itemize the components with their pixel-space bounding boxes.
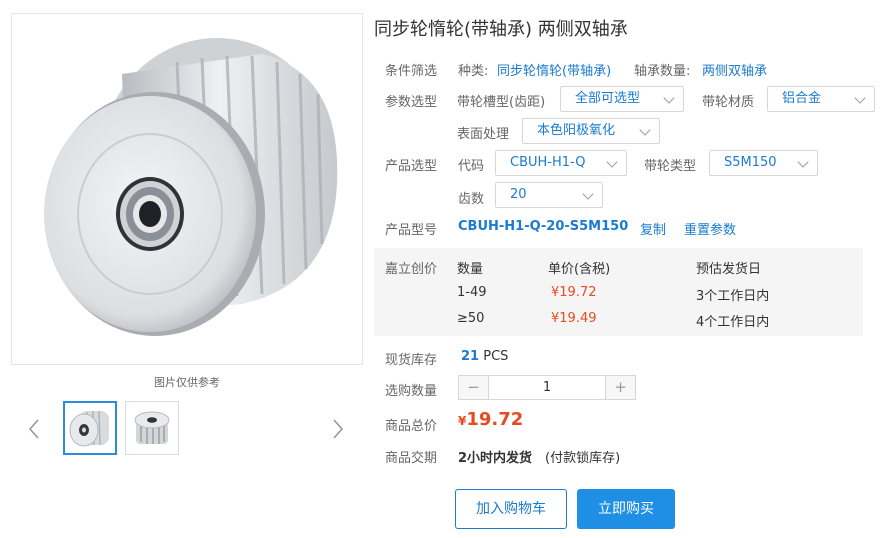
model-label: 产品型号 xyxy=(385,223,438,238)
params-label: 参数选型 xyxy=(385,95,438,110)
teeth-label: 齿数 xyxy=(458,192,485,207)
thumbnail-2[interactable] xyxy=(125,401,179,455)
product-title: 同步轮惰轮(带轴承) 两侧双轴承 xyxy=(374,19,628,40)
buy-now-button[interactable]: 立即购买 xyxy=(577,489,675,529)
total-label: 商品总价 xyxy=(385,419,438,434)
belt-type-select[interactable]: S5M150 xyxy=(709,150,818,176)
groove-label: 带轮槽型(齿距) xyxy=(457,95,546,110)
price-row-price: ¥19.72 xyxy=(551,285,597,300)
material-select-value: 铝合金 xyxy=(782,91,822,106)
image-caption: 图片仅供参考 xyxy=(154,376,220,389)
teeth-select-value: 20 xyxy=(510,187,527,202)
belt-type-select-value: S5M150 xyxy=(724,155,777,170)
code-label: 代码 xyxy=(458,159,485,174)
stock-value: 21 PCS xyxy=(461,349,508,364)
price-row-ship: 3个工作日内 xyxy=(696,289,770,304)
chevron-down-icon xyxy=(582,188,594,200)
model-number: CBUH-H1-Q-20-S5M150 xyxy=(458,219,629,234)
filter-label: 条件筛选 xyxy=(385,64,438,79)
quantity-decrement-button[interactable]: − xyxy=(459,376,489,399)
thumbnail-1[interactable] xyxy=(63,401,117,455)
quantity-stepper: − 1 + xyxy=(458,375,636,400)
thumbnail-prev-arrow[interactable] xyxy=(27,416,41,442)
quantity-input[interactable]: 1 xyxy=(489,376,605,399)
price-header-ship: 预估发货日 xyxy=(696,262,762,277)
chevron-left-icon xyxy=(28,419,39,439)
price-header-unit: 单价(含税) xyxy=(548,262,611,277)
add-to-cart-button[interactable]: 加入购物车 xyxy=(455,489,567,529)
teeth-select[interactable]: 20 xyxy=(495,182,603,208)
groove-select-value: 全部可选型 xyxy=(575,91,641,106)
price-row-price: ¥19.49 xyxy=(551,311,597,326)
delivery-note: (付款锁库存) xyxy=(545,451,621,466)
price-row-qty: 1-49 xyxy=(457,285,487,300)
total-amount: 19.72 xyxy=(466,409,524,430)
type-value-link[interactable]: 同步轮惰轮(带轴承) xyxy=(497,60,611,79)
total-price: ¥19.72 xyxy=(458,409,523,430)
surface-label: 表面处理 xyxy=(457,127,510,142)
code-select[interactable]: CBUH-H1-Q xyxy=(495,150,627,176)
groove-select[interactable]: 全部可选型 xyxy=(560,86,684,112)
price-header-qty: 数量 xyxy=(457,262,484,277)
stock-label: 现货库存 xyxy=(385,353,438,368)
belt-type-label: 带轮类型 xyxy=(644,159,697,174)
stock-unit: PCS xyxy=(483,349,509,364)
chevron-right-icon xyxy=(333,419,344,439)
product-main-image xyxy=(11,13,363,365)
material-select[interactable]: 铝合金 xyxy=(767,86,875,112)
selection-label: 产品选型 xyxy=(385,159,438,174)
chevron-down-icon xyxy=(639,124,651,136)
bearing-count-value-link[interactable]: 两侧双轴承 xyxy=(702,60,767,79)
bearing-count-label: 轴承数量: xyxy=(634,64,691,79)
stock-count: 21 xyxy=(461,349,480,364)
price-label: 嘉立创价 xyxy=(385,262,438,277)
thumbnail-next-arrow[interactable] xyxy=(331,416,345,442)
price-table: 嘉立创价 数量 单价(含税) 预估发货日 1-49 ¥19.72 3个工作日内 … xyxy=(374,248,863,336)
code-select-value: CBUH-H1-Q xyxy=(510,155,586,170)
chevron-down-icon xyxy=(854,92,866,104)
price-row-ship: 4个工作日内 xyxy=(696,315,770,330)
chevron-down-icon xyxy=(663,92,675,104)
surface-select[interactable]: 本色阳极氧化 xyxy=(522,118,660,144)
material-label: 带轮材质 xyxy=(702,95,755,110)
reset-params-link[interactable]: 重置参数 xyxy=(684,219,736,238)
delivery-label: 商品交期 xyxy=(385,451,438,466)
price-row-qty: ≥50 xyxy=(457,311,485,326)
delivery-value: 2小时内发货 xyxy=(458,451,533,466)
quantity-increment-button[interactable]: + xyxy=(605,376,635,399)
copy-link[interactable]: 复制 xyxy=(640,219,666,238)
chevron-down-icon xyxy=(797,156,809,168)
surface-select-value: 本色阳极氧化 xyxy=(537,123,616,138)
chevron-down-icon xyxy=(606,156,618,168)
quantity-label: 选购数量 xyxy=(385,384,438,399)
type-label: 种类: xyxy=(458,64,489,79)
